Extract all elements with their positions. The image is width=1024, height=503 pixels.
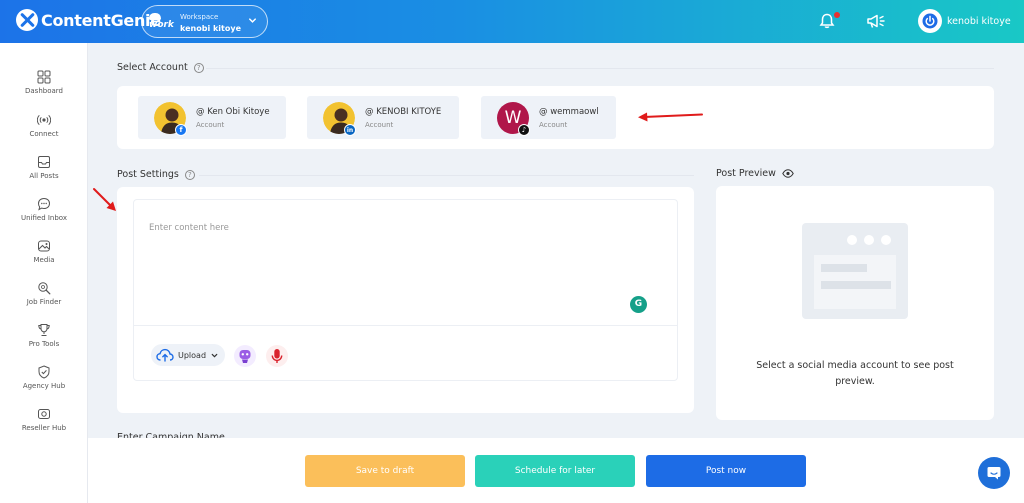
sidebar-item-media[interactable]: Media	[0, 239, 88, 264]
post-settings-card: Enter content here G Upload	[117, 187, 694, 413]
workspace-logo-text: work	[149, 20, 174, 30]
post-settings-label: Post Settings	[117, 169, 179, 180]
account-type: Account	[196, 121, 225, 129]
post-preview-card: Select a social media account to see pos…	[716, 186, 994, 420]
post-settings-title: Post Settings ?	[117, 169, 195, 180]
sidebar-item-label: Unified Inbox	[20, 214, 68, 222]
grammarly-icon[interactable]: G	[630, 296, 647, 313]
support-chat-button[interactable]	[978, 457, 1010, 489]
facebook-icon: f	[175, 124, 187, 136]
account-handle: @ KENOBI KITOYE	[365, 107, 442, 117]
tiktok-icon: ♪	[518, 124, 530, 136]
annotation-arrow-icon	[93, 188, 116, 211]
user-menu[interactable]: kenobi kitoye	[918, 9, 1011, 33]
account-option-tiktok[interactable]: W ♪ @ wemmaowl Account	[481, 96, 616, 139]
ai-assistant-icon[interactable]	[234, 345, 256, 367]
help-icon[interactable]: ?	[184, 169, 195, 180]
account-handle: @ Ken Obi Kitoye	[196, 107, 270, 117]
app-logo[interactable]: ContentGenie	[16, 9, 161, 31]
workspace-logo: work	[149, 13, 174, 30]
sidebar-item-label: All Posts	[29, 172, 59, 180]
image-icon	[38, 240, 50, 252]
post-preview-title: Post Preview	[716, 168, 794, 179]
linkedin-icon: in	[344, 124, 356, 136]
cloud-icon	[149, 13, 161, 20]
megaphone-icon[interactable]	[866, 12, 886, 30]
sidebar-item-label: Dashboard	[25, 87, 63, 95]
sidebar-item-agency-hub[interactable]: Agency Hub	[0, 365, 88, 390]
trophy-icon	[38, 324, 50, 336]
workspace-switcher[interactable]: work Workspace kenobi kitoye	[141, 5, 268, 38]
sidebar-item-unified-inbox[interactable]: Unified Inbox	[0, 197, 88, 222]
shield-icon	[38, 365, 50, 379]
inbox-icon	[38, 156, 50, 168]
notification-dot	[834, 12, 840, 18]
preview-empty-message: Select a social media account to see pos…	[756, 360, 954, 387]
accounts-card: f @ Ken Obi Kitoye Account in @ KENOBI K…	[117, 86, 994, 149]
workspace-name: kenobi kitoye	[180, 24, 241, 33]
help-icon[interactable]: ?	[193, 62, 204, 73]
account-type: Account	[365, 121, 394, 129]
chevron-down-icon	[249, 18, 256, 23]
sidebar-item-pro-tools[interactable]: Pro Tools	[0, 323, 88, 348]
top-bar: ContentGenie work Workspace kenobi kitoy…	[0, 0, 1024, 43]
sidebar-item-all-posts[interactable]: All Posts	[0, 155, 88, 180]
search-icon	[38, 282, 51, 295]
content-editor[interactable]: Enter content here G Upload	[133, 199, 678, 381]
divider	[199, 175, 694, 176]
browser-placeholder-icon	[802, 223, 908, 319]
post-now-button[interactable]: Post now	[646, 455, 806, 487]
select-account-label: Select Account	[117, 62, 188, 73]
content-input[interactable]: Enter content here	[149, 223, 229, 233]
annotation-arrow-icon	[638, 112, 703, 122]
chat-icon	[987, 467, 1001, 480]
sidebar-item-reseller-hub[interactable]: Reseller Hub	[0, 407, 88, 432]
sidebar-item-connect[interactable]: Connect	[0, 113, 88, 138]
sidebar-item-label: Media	[33, 256, 55, 264]
sidebar-item-dashboard[interactable]: Dashboard	[0, 70, 88, 95]
select-account-title: Select Account ?	[117, 62, 204, 73]
account-option-facebook[interactable]: f @ Ken Obi Kitoye Account	[138, 96, 286, 139]
power-icon	[918, 9, 942, 33]
camera-icon	[38, 409, 50, 419]
account-handle: @ wemmaowl	[539, 107, 599, 117]
chat-icon	[37, 197, 51, 211]
logo-x-icon	[16, 9, 38, 31]
sidebar-item-label: Reseller Hub	[21, 424, 67, 432]
sidebar-item-label: Connect	[29, 130, 59, 138]
cloud-upload-icon	[156, 348, 174, 362]
sidebar-item-label: Pro Tools	[28, 340, 60, 348]
microphone-icon[interactable]	[266, 345, 288, 367]
eye-icon[interactable]	[782, 169, 794, 178]
divider	[134, 325, 677, 326]
divider	[206, 68, 994, 69]
upload-button[interactable]: Upload	[151, 344, 225, 366]
account-option-linkedin[interactable]: in @ KENOBI KITOYE Account	[307, 96, 459, 139]
sidebar-item-label: Agency Hub	[22, 382, 66, 390]
action-footer: Save to draft Schedule for later Post no…	[88, 438, 1024, 503]
sidebar: Dashboard Connect All Posts Unified Inbo…	[0, 43, 88, 503]
grid-icon	[37, 70, 51, 84]
account-type: Account	[539, 121, 568, 129]
save-draft-button[interactable]: Save to draft	[305, 455, 465, 487]
schedule-later-button[interactable]: Schedule for later	[475, 455, 635, 487]
user-name: kenobi kitoye	[947, 15, 1011, 27]
broadcast-icon	[37, 114, 51, 126]
upload-label: Upload	[178, 350, 207, 360]
sidebar-item-job-finder[interactable]: Job Finder	[0, 281, 88, 306]
chevron-down-icon	[211, 353, 218, 357]
sidebar-item-label: Job Finder	[26, 298, 62, 306]
workspace-label: Workspace	[180, 13, 219, 21]
post-preview-label: Post Preview	[716, 168, 776, 179]
